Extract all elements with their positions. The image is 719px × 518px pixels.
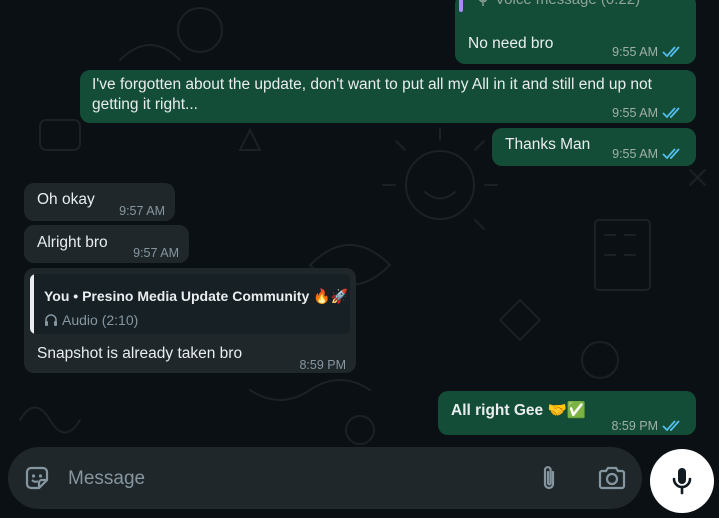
double-check-icon bbox=[662, 148, 680, 160]
outgoing-message[interactable]: All right Gee 🤝✅ 8:59 PM bbox=[438, 391, 696, 435]
message-text: All right Gee 🤝✅ bbox=[451, 402, 587, 419]
message-time: 9:57 AM bbox=[133, 246, 179, 260]
voice-record-button[interactable] bbox=[650, 449, 714, 513]
outgoing-message[interactable]: I've forgotten about the update, don't w… bbox=[80, 70, 696, 123]
message-text: Alright bro bbox=[37, 234, 108, 251]
message-text: No need bro bbox=[468, 35, 554, 52]
quoted-message[interactable]: You • Presino Media Update Community 🔥🚀 … bbox=[30, 274, 350, 334]
message-time: 8:59 PM bbox=[611, 416, 684, 436]
message-time: 9:55 AM bbox=[612, 144, 684, 164]
camera-icon bbox=[598, 466, 626, 490]
voice-message-label: Voice message (0:22) bbox=[495, 0, 640, 10]
camera-button[interactable] bbox=[596, 463, 628, 493]
sticker-button[interactable] bbox=[22, 463, 52, 493]
outgoing-message[interactable]: Thanks Man 9:55 AM bbox=[492, 128, 696, 166]
message-time: 9:55 AM bbox=[612, 103, 684, 123]
double-check-icon bbox=[662, 46, 680, 58]
message-time: 8:59 PM bbox=[299, 358, 346, 372]
quote-accent-bar bbox=[459, 0, 463, 12]
message-input[interactable] bbox=[66, 465, 510, 493]
double-check-icon bbox=[662, 107, 680, 119]
sticker-icon bbox=[25, 466, 49, 490]
attach-icon bbox=[543, 466, 555, 490]
message-time: 9:55 AM bbox=[612, 42, 684, 62]
incoming-message[interactable]: Alright bro 9:57 AM bbox=[24, 225, 189, 263]
double-check-icon bbox=[662, 420, 680, 432]
message-text-line: I've forgotten about the update, don't w… bbox=[92, 76, 652, 93]
headphones-icon bbox=[45, 314, 57, 326]
mic-small-icon bbox=[478, 0, 488, 6]
incoming-message[interactable]: Oh okay 9:57 AM bbox=[24, 183, 175, 221]
quote-author: You • Presino Media Update Community 🔥🚀 bbox=[44, 288, 348, 304]
incoming-message[interactable]: You • Presino Media Update Community 🔥🚀 … bbox=[24, 268, 356, 373]
quote-subtitle: Audio (2:10) bbox=[62, 312, 139, 328]
message-text-line: getting it right... bbox=[92, 96, 198, 113]
message-composer bbox=[8, 447, 642, 509]
attach-button[interactable] bbox=[534, 463, 564, 493]
message-text: Thanks Man bbox=[505, 136, 591, 153]
message-text: Snapshot is already taken bro bbox=[37, 345, 243, 362]
outgoing-message[interactable]: Voice message (0:22) No need bro 9:55 AM bbox=[455, 0, 696, 64]
mic-icon bbox=[672, 468, 692, 495]
message-time: 9:57 AM bbox=[119, 204, 165, 218]
quote-accent-bar bbox=[30, 274, 34, 334]
message-text: Oh okay bbox=[37, 191, 95, 208]
quoted-voice-message[interactable]: Voice message (0:22) bbox=[455, 0, 696, 14]
